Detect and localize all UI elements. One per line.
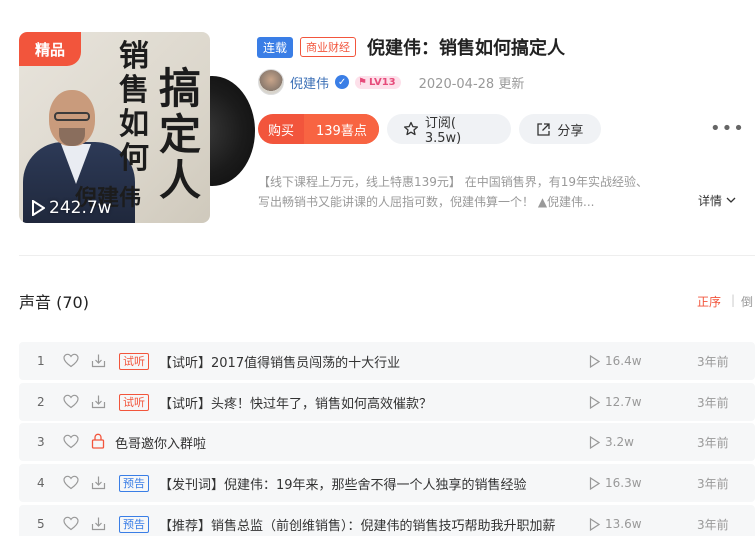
track-play-count-value: 13.6w	[605, 517, 642, 531]
track-row[interactable]: 1 试听 【试听】2017值得销售员闯荡的十大行业 16.4w 3年前	[19, 342, 755, 380]
track-time: 3年前	[697, 476, 729, 491]
download-icon[interactable]	[91, 475, 106, 490]
track-play-count: 16.4w	[589, 354, 642, 368]
preview-tag: 预告	[119, 474, 149, 492]
action-buttons: 购买 139喜点 订阅( 3.5w) 分享	[258, 114, 601, 146]
track-title[interactable]: 色哥邀你入群啦	[115, 433, 206, 452]
heart-icon[interactable]	[63, 394, 79, 409]
update-date: 2020-04-28 更新	[418, 76, 525, 92]
level-text: LV13	[368, 76, 396, 88]
share-label: 分享	[557, 123, 584, 139]
track-time: 3年前	[697, 435, 729, 450]
download-icon[interactable]	[91, 516, 106, 531]
chevron-down-icon	[726, 197, 736, 204]
heart-icon[interactable]	[63, 434, 79, 449]
track-number: 5	[37, 517, 45, 531]
sort-separator: |	[731, 293, 736, 307]
track-number: 3	[37, 435, 45, 449]
track-number: 1	[37, 354, 45, 368]
track-time: 3年前	[697, 517, 729, 532]
lock-icon	[91, 433, 105, 449]
track-play-count: 3.2w	[589, 435, 634, 449]
track-number: 4	[37, 476, 45, 490]
track-title[interactable]: 【试听】头疼！快过年了，销售如何高效催款？	[159, 393, 432, 412]
share-button[interactable]: 分享	[518, 114, 601, 144]
more-options-button[interactable]: •••	[710, 118, 745, 139]
heart-icon[interactable]	[63, 475, 79, 490]
cover-person-glasses	[54, 112, 90, 121]
track-title[interactable]: 【推荐】销售总监（前创维销售）：倪建伟的销售技巧帮助我升职加薪	[159, 515, 556, 534]
level-flag-icon: ⚑	[358, 76, 367, 88]
star-icon	[403, 121, 419, 137]
author-avatar[interactable]	[258, 69, 284, 95]
subscribe-label: 订阅( 3.5w)	[424, 116, 462, 146]
album-title-row: 连载 商业财经 倪建伟：销售如何搞定人	[257, 34, 565, 60]
track-number: 2	[37, 395, 45, 409]
track-play-count: 16.3w	[589, 476, 642, 490]
verified-icon: ✓	[335, 75, 350, 89]
share-icon	[536, 122, 551, 137]
category-tag[interactable]: 商业财经	[300, 37, 357, 57]
play-icon	[589, 395, 600, 409]
heart-icon[interactable]	[63, 516, 79, 531]
serial-tag: 连载	[257, 36, 294, 58]
track-time: 3年前	[697, 395, 729, 410]
author-name[interactable]: 倪建伟	[290, 73, 329, 92]
album-cover[interactable]: 精品 销售如何 搞定人 倪建伟 242.7w	[19, 32, 210, 223]
detail-label: 详情	[698, 194, 723, 208]
trial-tag: 试听	[119, 393, 149, 411]
track-row[interactable]: 5 预告 【推荐】销售总监（前创维销售）：倪建伟的销售技巧帮助我升职加薪 13.…	[19, 505, 755, 536]
author-row: 倪建伟 ✓ ⚑ LV13 2020-04-28 更新	[258, 69, 524, 95]
track-row[interactable]: 3 色哥邀你入群啦 3.2w 3年前	[19, 423, 755, 461]
track-title[interactable]: 【试听】2017值得销售员闯荡的十大行业	[159, 352, 400, 371]
play-icon	[589, 476, 600, 490]
track-play-count: 13.6w	[589, 517, 642, 531]
buy-label: 购买	[268, 123, 295, 139]
tracks-section-title: 声音 (70)	[19, 293, 89, 312]
subscribe-button[interactable]: 订阅( 3.5w)	[386, 114, 511, 146]
track-title[interactable]: 【发刊词】倪建伟：19年来，那些舍不得一个人独享的销售经验	[159, 474, 527, 493]
track-play-count-value: 16.3w	[605, 476, 642, 490]
download-icon[interactable]	[91, 394, 106, 409]
premium-badge: 精品	[19, 32, 81, 66]
sort-descending-button[interactable]: 倒	[741, 293, 753, 310]
track-play-count-value: 16.4w	[605, 354, 642, 368]
trial-tag: 试听	[119, 352, 149, 370]
detail-link[interactable]: 详情	[698, 192, 736, 209]
cover-title-line1: 销售如何	[119, 39, 149, 176]
sort-ascending-button[interactable]: 正序	[697, 293, 721, 310]
download-icon[interactable]	[91, 353, 106, 368]
buy-button[interactable]: 购买 139喜点	[258, 114, 379, 144]
album-cover-area[interactable]: 精品 销售如何 搞定人 倪建伟 242.7w	[19, 32, 255, 223]
cover-play-count: 242.7w	[31, 198, 112, 218]
play-icon	[589, 435, 600, 449]
preview-tag: 预告	[119, 515, 149, 533]
track-time: 3年前	[697, 354, 729, 369]
level-badge: ⚑ LV13	[355, 75, 401, 89]
album-title: 倪建伟：销售如何搞定人	[367, 38, 566, 59]
track-play-count-value: 12.7w	[605, 395, 642, 409]
play-icon	[589, 354, 600, 368]
buy-price: 139喜点	[304, 114, 379, 144]
play-icon	[589, 517, 600, 531]
section-divider	[19, 255, 755, 256]
album-intro: 【线下课程上万元，线上特惠139元】 在中国销售界，有19年实战经验、写出畅销书…	[258, 175, 648, 209]
cover-play-count-value: 242.7w	[49, 198, 112, 218]
cover-title-line2: 搞定人	[159, 64, 202, 205]
track-play-count-value: 3.2w	[605, 435, 634, 449]
track-row[interactable]: 2 试听 【试听】头疼！快过年了，销售如何高效催款？ 12.7w 3年前	[19, 383, 755, 421]
track-play-count: 12.7w	[589, 395, 642, 409]
play-icon	[31, 200, 45, 216]
heart-icon[interactable]	[63, 353, 79, 368]
track-row[interactable]: 4 预告 【发刊词】倪建伟：19年来，那些舍不得一个人独享的销售经验 16.3w…	[19, 464, 755, 502]
